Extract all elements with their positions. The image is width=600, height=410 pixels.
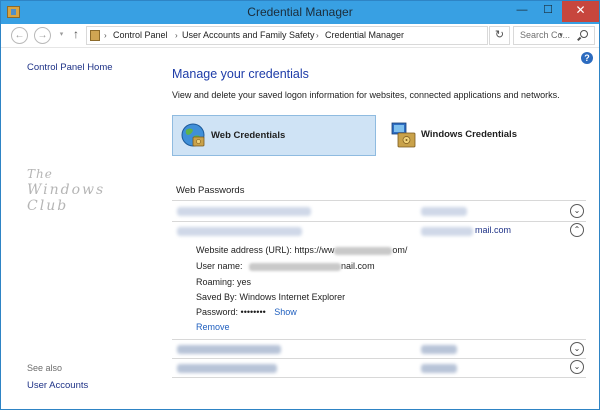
expand-chevron-icon[interactable]: ⌄ xyxy=(570,204,584,218)
website-address-redacted xyxy=(334,246,393,255)
remove-credential-container: Remove xyxy=(196,322,230,332)
credential-manager-window: Credential Manager — ☐ ✕ ← → ▾ ↑ › Contr… xyxy=(0,0,600,410)
web-passwords-heading: Web Passwords xyxy=(176,185,245,196)
refresh-icon[interactable]: ↻ xyxy=(489,26,510,45)
saved-by-label: Saved By: xyxy=(196,292,238,302)
show-password-link[interactable]: Show xyxy=(274,307,297,317)
address-bar: ← → ▾ ↑ › Control Panel › User Accounts … xyxy=(1,24,599,48)
credential-user-redacted xyxy=(421,364,457,373)
see-also-label: See also xyxy=(27,363,63,373)
search-input[interactable]: Search Co... xyxy=(513,26,595,45)
search-icon[interactable] xyxy=(580,30,588,38)
close-button[interactable]: ✕ xyxy=(562,1,599,22)
website-address-detail: Website address (URL): https://ww om/ xyxy=(196,245,407,255)
row-divider xyxy=(172,377,586,378)
maximize-button[interactable]: ☐ xyxy=(535,1,561,22)
web-credentials-label: Web Credentials xyxy=(211,130,286,141)
breadcrumb-control-panel[interactable]: Control Panel xyxy=(113,27,168,44)
breadcrumb-separator-icon[interactable]: › xyxy=(175,27,178,44)
minimize-button[interactable]: — xyxy=(509,1,535,22)
section-divider xyxy=(172,200,586,201)
credential-user-redacted xyxy=(421,207,467,216)
windows-credentials-tab[interactable]: Windows Credentials xyxy=(383,115,583,156)
user-name-detail: User name: nail.com xyxy=(196,261,375,271)
breadcrumb-separator-icon[interactable]: › xyxy=(316,27,319,44)
website-address-label: Website address (URL): xyxy=(196,245,292,255)
collapse-chevron-icon[interactable]: ⌃ xyxy=(570,223,584,237)
roaming-label: Roaming: xyxy=(196,277,235,287)
user-name-label: User name: xyxy=(196,261,243,271)
web-credentials-tab[interactable]: Web Credentials xyxy=(172,115,376,156)
roaming-detail: Roaming: yes xyxy=(196,277,251,287)
expand-chevron-icon[interactable]: ⌄ xyxy=(570,342,584,356)
credential-user-redacted xyxy=(421,227,473,236)
page-description: View and delete your saved logon informa… xyxy=(172,90,560,100)
watermark-line-1: The xyxy=(27,167,53,181)
user-name-redacted xyxy=(249,262,342,271)
back-arrow-icon[interactable]: ← xyxy=(11,27,28,44)
saved-by-value: Windows Internet Explorer xyxy=(239,292,346,302)
roaming-value: yes xyxy=(237,277,252,287)
windows-credentials-vault-icon xyxy=(391,122,416,148)
row-divider xyxy=(172,221,586,222)
breadcrumb-credential-manager[interactable]: Credential Manager xyxy=(325,27,404,44)
saved-by-detail: Saved By: Windows Internet Explorer xyxy=(196,292,345,302)
control-panel-icon xyxy=(90,30,100,41)
user-name-suffix: nail.com xyxy=(341,261,375,271)
credential-url-redacted xyxy=(177,227,302,236)
help-icon[interactable]: ? xyxy=(581,52,593,64)
page-title: Manage your credentials xyxy=(172,67,309,81)
row-divider xyxy=(172,339,586,340)
password-value: •••••••• xyxy=(240,307,266,317)
password-label: Password: xyxy=(196,307,239,317)
watermark-line-2: Windows Club xyxy=(27,182,106,214)
expand-chevron-icon[interactable]: ⌄ xyxy=(570,360,584,374)
windows-credentials-label: Windows Credentials xyxy=(421,129,517,140)
up-arrow-icon[interactable]: ↑ xyxy=(70,27,82,44)
control-panel-home-link[interactable]: Control Panel Home xyxy=(27,62,113,73)
remove-credential-link[interactable]: Remove xyxy=(196,322,230,332)
website-address-prefix: https://ww xyxy=(294,245,335,255)
breadcrumb-separator-icon[interactable]: › xyxy=(104,27,107,44)
credential-url-redacted xyxy=(177,345,281,354)
recent-locations-chevron-icon[interactable]: ▾ xyxy=(57,27,66,44)
credential-url-redacted xyxy=(177,207,311,216)
website-address-suffix: om/ xyxy=(392,245,408,255)
web-credentials-globe-icon xyxy=(181,123,205,147)
left-navigation-pane: Control Panel Home The Windows Club See … xyxy=(1,49,161,409)
title-bar: Credential Manager — ☐ ✕ xyxy=(1,1,599,24)
breadcrumb[interactable]: › Control Panel › User Accounts and Fami… xyxy=(86,26,563,45)
row-divider xyxy=(172,358,586,359)
breadcrumb-user-accounts-family-safety[interactable]: User Accounts and Family Safety xyxy=(182,27,315,44)
search-placeholder: Search Co... xyxy=(520,30,571,40)
password-detail: Password: •••••••• Show xyxy=(196,307,297,317)
credential-user-redacted xyxy=(421,345,457,354)
credential-url-redacted xyxy=(177,364,277,373)
the-windows-club-watermark: The Windows Club xyxy=(27,167,147,214)
user-accounts-link[interactable]: User Accounts xyxy=(27,380,88,391)
credential-user-suffix: mail.com xyxy=(475,225,512,235)
forward-arrow-icon[interactable]: → xyxy=(34,27,51,44)
